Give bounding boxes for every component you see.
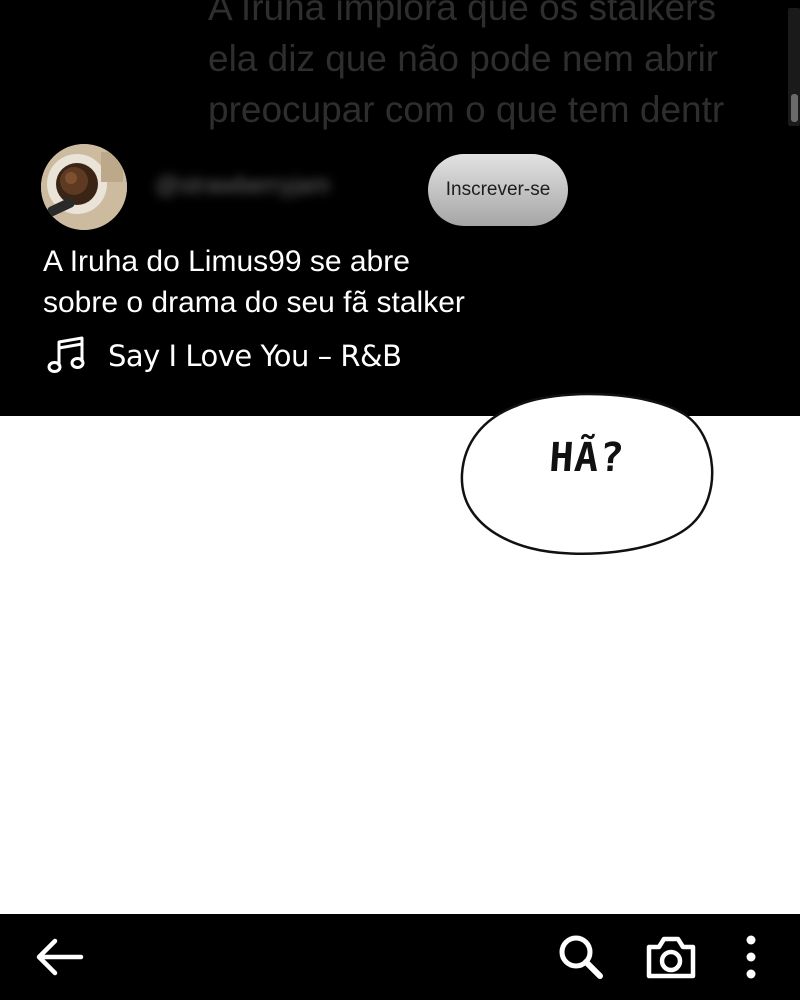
caption-line: A Iruha implora que os stalkers — [208, 0, 716, 28]
song-label: Say I Love You – R&B — [108, 339, 402, 373]
channel-avatar[interactable] — [41, 144, 127, 230]
search-button[interactable] — [546, 914, 616, 1000]
more-vert-icon — [746, 935, 756, 979]
coffee-cup-avatar-image — [41, 144, 127, 230]
caption-line: ela diz que não pode nem abrir — [208, 38, 719, 79]
music-row[interactable]: Say I Love You – R&B — [46, 334, 402, 378]
speech-bubble-text: HÃ? — [547, 435, 627, 481]
faded-caption: A Iruha implora que os stalkers ela diz … — [208, 0, 800, 135]
video-title-line: A Iruha do Limus99 se abre — [43, 245, 410, 278]
music-note-icon — [47, 336, 85, 373]
video-title-line: sobre o drama do seu fã stalker — [43, 286, 465, 319]
back-arrow-icon — [36, 938, 84, 976]
camera-icon — [646, 936, 696, 979]
video-panel[interactable]: A Iruha implora que os stalkers ela diz … — [0, 0, 800, 416]
bottom-nav-bar — [0, 914, 800, 1000]
more-options-button[interactable] — [716, 914, 786, 1000]
channel-handle[interactable]: @strawberryjam — [155, 172, 330, 200]
caption-scrollbar[interactable] — [788, 8, 800, 126]
video-title[interactable]: A Iruha do Limus99 se abre sobre o drama… — [43, 241, 603, 323]
camera-button[interactable] — [636, 914, 706, 1000]
search-icon — [559, 935, 603, 979]
subscribe-button[interactable]: Inscrever-se — [428, 154, 568, 226]
back-button[interactable] — [24, 914, 94, 1000]
caption-line: preocupar com o que tem dentr — [208, 89, 725, 130]
